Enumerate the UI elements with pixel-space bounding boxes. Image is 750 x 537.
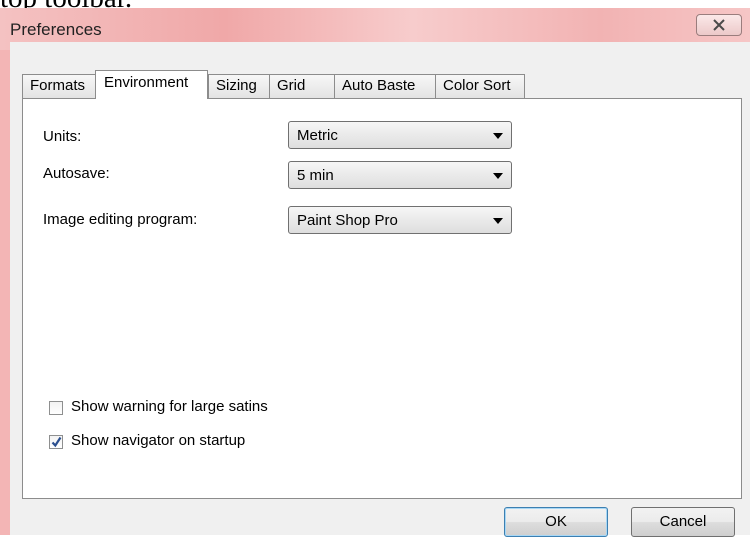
navigator-label[interactable]: Show navigator on startup	[71, 432, 245, 449]
window-title: Preferences	[10, 20, 102, 39]
tab-grid[interactable]: Grid	[269, 74, 335, 98]
image-program-select[interactable]: Paint Shop Pro	[288, 206, 512, 234]
ok-button[interactable]: OK	[504, 507, 608, 537]
autosave-label: Autosave:	[43, 165, 110, 182]
cancel-button[interactable]: Cancel	[631, 507, 735, 537]
preferences-window: Preferences Formats Environment Sizing G…	[0, 8, 750, 537]
autosave-value: 5 min	[297, 167, 334, 184]
units-label: Units:	[43, 128, 82, 145]
environment-panel: Units: Metric Autosave: 5 min Image edit…	[22, 98, 742, 499]
units-select[interactable]: Metric	[288, 121, 512, 149]
large-satins-label[interactable]: Show warning for large satins	[71, 398, 268, 415]
image-program-label: Image editing program:	[43, 211, 198, 228]
units-value: Metric	[297, 127, 338, 144]
autosave-select[interactable]: 5 min	[288, 161, 512, 189]
chevron-down-icon	[493, 173, 503, 179]
chevron-down-icon	[493, 218, 503, 224]
chevron-down-icon	[493, 133, 503, 139]
dialog-client-area: Formats Environment Sizing Grid Auto Bas…	[10, 42, 750, 537]
close-icon	[713, 19, 725, 31]
tab-formats[interactable]: Formats	[22, 74, 96, 98]
navigator-checkbox[interactable]	[49, 435, 63, 449]
close-button[interactable]	[696, 14, 742, 36]
image-program-value: Paint Shop Pro	[297, 212, 398, 229]
tab-environment[interactable]: Environment	[95, 70, 208, 99]
tab-auto-baste[interactable]: Auto Baste	[334, 74, 436, 98]
tab-color-sort[interactable]: Color Sort	[435, 74, 525, 98]
tab-sizing[interactable]: Sizing	[208, 74, 270, 98]
checkmark-icon	[51, 436, 62, 448]
large-satins-checkbox[interactable]	[49, 401, 63, 415]
